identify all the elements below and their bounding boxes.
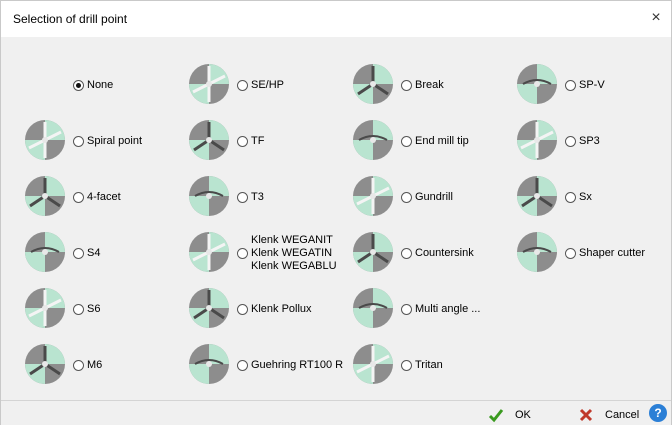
drill-m6-icon (23, 342, 67, 386)
option-end-mill-tip[interactable]: End mill tip (337, 115, 502, 171)
option-guehring-rt100-r[interactable]: Guehring RT100 R (173, 339, 343, 395)
dialog-title: Selection of drill point (13, 12, 128, 26)
option-label: None (87, 79, 114, 91)
drill-spiral-point-icon (23, 118, 67, 162)
radio-gundrill[interactable] (401, 192, 412, 203)
option-label: SE/HP (251, 79, 285, 91)
option-label: Sx (579, 191, 592, 203)
option-label: End mill tip (415, 135, 469, 147)
option-gundrill[interactable]: Gundrill (337, 171, 502, 227)
cross-icon (577, 406, 595, 424)
option-countersink[interactable]: Countersink (337, 227, 502, 283)
radio-none[interactable] (73, 80, 84, 91)
drill-break-icon (351, 62, 395, 106)
option-break[interactable]: Break (337, 59, 502, 115)
radio-klenk-weganit[interactable] (237, 248, 248, 259)
option-label: Klenk Pollux (251, 303, 312, 315)
option-s6[interactable]: S6 (9, 283, 174, 339)
radio-spiral-point[interactable] (73, 136, 84, 147)
option-label: S6 (87, 303, 101, 315)
drill-tf-icon (187, 118, 231, 162)
help-icon[interactable]: ? (649, 404, 667, 422)
option-sp3[interactable]: SP3 (501, 115, 666, 171)
option-label: 4-facet (87, 191, 121, 203)
option-label: Spiral point (87, 135, 143, 147)
drill-t3-icon (187, 174, 231, 218)
option-shaper-cutter[interactable]: Shaper cutter (501, 227, 666, 283)
drill-se-hp-icon (187, 62, 231, 106)
option-label: T3 (251, 191, 264, 203)
option-4-facet[interactable]: 4-facet (9, 171, 174, 227)
radio-m6[interactable] (73, 360, 84, 371)
radio-guehring-rt100-r[interactable] (237, 360, 248, 371)
radio-shaper-cutter[interactable] (565, 248, 576, 259)
option-label: Klenk WEGANIT Klenk WEGATIN Klenk WEGABL… (251, 234, 337, 272)
option-label: Tritan (415, 359, 443, 371)
option-label: Shaper cutter (579, 247, 646, 259)
option-label: SP3 (579, 135, 600, 147)
radio-end-mill-tip[interactable] (401, 136, 412, 147)
drill-4-facet-icon (23, 174, 67, 218)
radio-break[interactable] (401, 80, 412, 91)
option-t3[interactable]: T3 (173, 171, 338, 227)
ok-button[interactable]: OK (487, 404, 531, 425)
option-multi-angle[interactable]: Multi angle ... (337, 283, 502, 339)
option-label: S4 (87, 247, 101, 259)
radio-klenk-pollux[interactable] (237, 304, 248, 315)
radio-4-facet[interactable] (73, 192, 84, 203)
option-none[interactable]: None (9, 59, 174, 115)
ok-label: OK (515, 408, 531, 421)
option-label: SP-V (579, 79, 605, 91)
option-sx[interactable]: Sx (501, 171, 666, 227)
option-klenk-pollux[interactable]: Klenk Pollux (173, 283, 338, 339)
drill-multi-angle-icon (351, 286, 395, 330)
radio-countersink[interactable] (401, 248, 412, 259)
option-label: Guehring RT100 R (251, 359, 344, 371)
option-klenk-weganit[interactable]: Klenk WEGANIT Klenk WEGATIN Klenk WEGABL… (173, 227, 338, 283)
drill-sp-v-icon (515, 62, 559, 106)
drill-point-dialog: Selection of drill point × None SE/HP Brea… (0, 0, 672, 425)
option-label: M6 (87, 359, 103, 371)
drill-guehring-rt100-r-icon (187, 342, 231, 386)
option-sp-v[interactable]: SP-V (501, 59, 666, 115)
check-icon (487, 406, 505, 424)
cancel-button[interactable]: Cancel (577, 404, 639, 425)
drill-tritan-icon (351, 342, 395, 386)
option-label: Countersink (415, 247, 474, 259)
drill-s4-icon (23, 230, 67, 274)
drill-gundrill-icon (351, 174, 395, 218)
option-m6[interactable]: M6 (9, 339, 174, 395)
option-se-hp[interactable]: SE/HP (173, 59, 338, 115)
radio-se-hp[interactable] (237, 80, 248, 91)
drill-klenk-weganit-icon (187, 230, 231, 274)
radio-tf[interactable] (237, 136, 248, 147)
drill-sp3-icon (515, 118, 559, 162)
radio-s4[interactable] (73, 248, 84, 259)
option-tf[interactable]: TF (173, 115, 338, 171)
option-label: Gundrill (415, 191, 453, 203)
option-label: TF (251, 135, 265, 147)
option-tritan[interactable]: Tritan (337, 339, 502, 395)
drill-end-mill-tip-icon (351, 118, 395, 162)
radio-t3[interactable] (237, 192, 248, 203)
radio-sp-v[interactable] (565, 80, 576, 91)
radio-sp3[interactable] (565, 136, 576, 147)
title-bar: Selection of drill point × (1, 1, 671, 37)
radio-s6[interactable] (73, 304, 84, 315)
option-s4[interactable]: S4 (9, 227, 174, 283)
cancel-label: Cancel (605, 408, 640, 421)
close-icon[interactable]: × (647, 9, 665, 27)
drill-shaper-cutter-icon (515, 230, 559, 274)
drill-s6-icon (23, 286, 67, 330)
option-label: Multi angle ... (415, 303, 481, 315)
radio-sx[interactable] (565, 192, 576, 203)
drill-sx-icon (515, 174, 559, 218)
drill-klenk-pollux-icon (187, 286, 231, 330)
option-label: Break (415, 79, 444, 91)
drill-countersink-icon (351, 230, 395, 274)
option-spiral-point[interactable]: Spiral point (9, 115, 174, 171)
radio-tritan[interactable] (401, 360, 412, 371)
radio-multi-angle[interactable] (401, 304, 412, 315)
dialog-footer: OK Cancel ? (1, 400, 671, 425)
